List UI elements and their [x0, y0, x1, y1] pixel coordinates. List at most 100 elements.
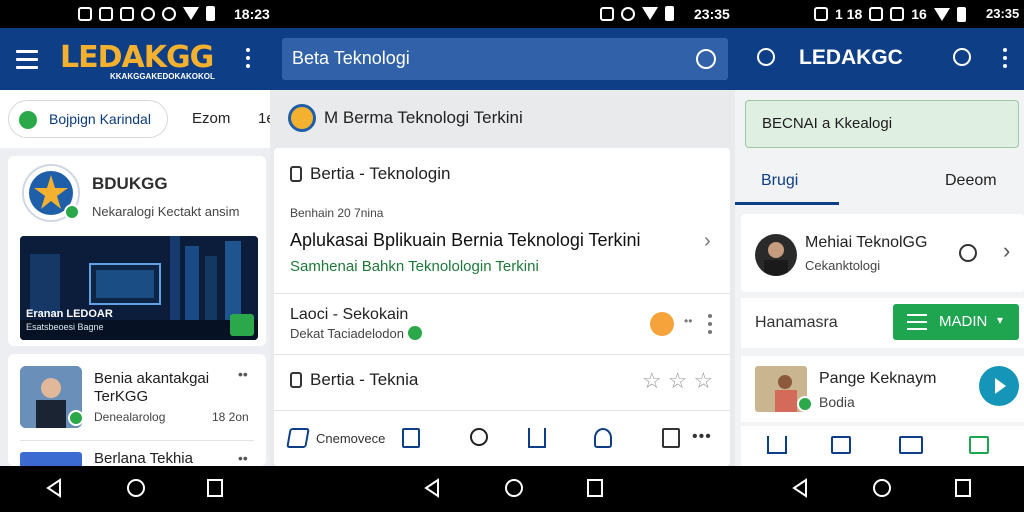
wifi-icon: [933, 7, 950, 21]
more-icon[interactable]: ••: [238, 366, 248, 382]
search-icon[interactable]: [959, 244, 977, 262]
divider: [274, 293, 730, 294]
kebab-icon[interactable]: [708, 314, 712, 338]
app-logo: LEDAKGG: [60, 40, 214, 75]
sync-icon: [162, 6, 176, 21]
back-icon[interactable]: [792, 478, 808, 498]
bulb-icon[interactable]: [696, 49, 716, 69]
chevron-right-icon[interactable]: ›: [704, 230, 711, 253]
site-logo-icon: [288, 104, 316, 132]
status-icons-mid: [600, 6, 674, 21]
more-icon[interactable]: •••: [692, 428, 712, 446]
page-header: M Berma Teknologi Terkini: [270, 90, 735, 148]
madin-button-label: MADIN: [939, 313, 988, 330]
kebab-icon[interactable]: [246, 48, 250, 72]
home-icon[interactable]: [767, 436, 787, 454]
home-icon[interactable]: [504, 478, 524, 498]
folder-icon[interactable]: [899, 436, 923, 454]
star-icon[interactable]: ☆☆☆: [642, 368, 719, 394]
banner-caption-sub: Esatsbeoesi Bagne: [26, 322, 104, 332]
search-icon[interactable]: [470, 428, 488, 446]
search-bar[interactable]: Beta Teknologi: [282, 38, 728, 80]
menu-row: Hanamasra MADIN ▾: [741, 298, 1024, 348]
madin-button[interactable]: MADIN ▾: [893, 304, 1019, 340]
notification-icon: [869, 7, 884, 21]
category-chip[interactable]: Bojpign Karindal: [8, 100, 168, 138]
user-icon[interactable]: [594, 428, 612, 448]
status-text: 16: [911, 6, 927, 22]
notification-icon: [814, 7, 828, 21]
play-icon: [995, 378, 1006, 394]
media-row[interactable]: Pange Keknaym Bodia: [741, 356, 1024, 422]
verified-badge-icon: [408, 326, 422, 340]
chevron-right-icon[interactable]: ›: [1003, 238, 1010, 264]
news-title-line2[interactable]: TerKGG: [94, 388, 148, 405]
category-more[interactable]: 1e: [258, 110, 270, 127]
news-title[interactable]: Benia akantakgai: [94, 370, 209, 387]
featured-card[interactable]: BDUKGG Nekaralogi Kectakt ansim Eranan L…: [8, 156, 266, 346]
avatar[interactable]: [650, 312, 674, 336]
checklist-icon[interactable]: [662, 428, 680, 448]
home-icon[interactable]: [872, 478, 892, 498]
status-text: 1 18: [835, 6, 863, 22]
back-icon[interactable]: [424, 478, 440, 498]
back-icon[interactable]: [46, 478, 62, 498]
bookmark-icon[interactable]: [402, 428, 420, 448]
info-banner[interactable]: BECNAI a Kkealogi: [745, 100, 1019, 148]
list-item-title[interactable]: Bertia - Teknia: [310, 370, 418, 390]
list-icon: [907, 314, 927, 330]
results-card: Bertia - Teknologin Benhain 20 7nina Apl…: [274, 148, 730, 466]
divider: [274, 410, 730, 411]
bottom-label[interactable]: Cnemovece: [316, 431, 385, 446]
news-title[interactable]: Berlana Tekhia: [94, 450, 193, 466]
profile-name: Mehiai TeknolGG: [805, 234, 928, 251]
news-time: 18 2on: [212, 410, 249, 424]
recents-icon[interactable]: [586, 478, 604, 498]
search-icon[interactable]: [953, 48, 971, 66]
category-chip-label: Bojpign Karindal: [49, 111, 151, 127]
article-headline[interactable]: Aplukasai Bplikuain Bernia Teknologi Ter…: [290, 230, 641, 251]
chart-icon[interactable]: [528, 428, 546, 448]
category-row: Bojpign Karindal Ezom 1e: [0, 90, 270, 148]
home-icon[interactable]: [126, 478, 146, 498]
tab-brugi[interactable]: Brugi: [761, 172, 798, 190]
battery-icon: [206, 6, 215, 21]
media-title[interactable]: Pange Keknaym: [819, 370, 936, 388]
wallet-icon[interactable]: [969, 436, 989, 454]
list-item-title[interactable]: Laoci - Sekokain: [290, 306, 408, 324]
play-button[interactable]: [979, 366, 1019, 406]
news-thumbnail[interactable]: [20, 452, 82, 466]
search-icon[interactable]: [757, 48, 775, 66]
hamburger-icon[interactable]: [16, 50, 38, 74]
news-list: Benia akantakgai TerKGG Denealarolog 18 …: [8, 354, 266, 466]
tab-deeom[interactable]: Deeom: [945, 172, 997, 190]
kebab-icon[interactable]: [1003, 48, 1007, 72]
avatar: [755, 234, 797, 276]
system-nav-bar: [0, 466, 1024, 512]
recents-icon[interactable]: [954, 478, 972, 498]
alarm-icon: [141, 6, 155, 21]
search-input[interactable]: Beta Teknologi: [292, 48, 410, 69]
app-bar: LEDAKGC: [735, 28, 1024, 90]
page-title: M Berma Teknologi Terkini: [324, 108, 523, 127]
recents-icon[interactable]: [206, 478, 224, 498]
verified-badge-icon: [64, 204, 80, 220]
category-zoom[interactable]: Ezom: [192, 110, 230, 127]
divider: [20, 440, 254, 441]
more-icon[interactable]: ••: [238, 450, 248, 466]
banner-image[interactable]: Eranan LEDOAR Esatsbeoesi Bagne: [20, 236, 258, 340]
article-subheadline[interactable]: Samhenai Bahkn Teknolologin Terkini: [290, 258, 539, 275]
article-icon: [290, 372, 302, 388]
inbox-icon[interactable]: [831, 436, 851, 454]
media-subtitle: Bodia: [819, 394, 855, 410]
status-bar: 18:23 23:35 1 18 16 23:35: [0, 0, 1024, 28]
wifi-icon: [642, 7, 658, 20]
app-logo-tagline: KKAKGGAKEDOKAKOKOL: [110, 72, 215, 81]
app-title: LEDAKGC: [799, 46, 903, 69]
panel-search-results: Beta Teknologi M Berma Teknologi Terkini…: [270, 28, 735, 466]
profile-title: BDUKGG: [92, 174, 168, 193]
notification-icon: [99, 6, 113, 21]
edit-icon[interactable]: [286, 428, 310, 448]
profile-card[interactable]: Mehiai TeknolGG Cekanktologi ›: [741, 214, 1024, 292]
expand-icon[interactable]: [230, 314, 254, 336]
